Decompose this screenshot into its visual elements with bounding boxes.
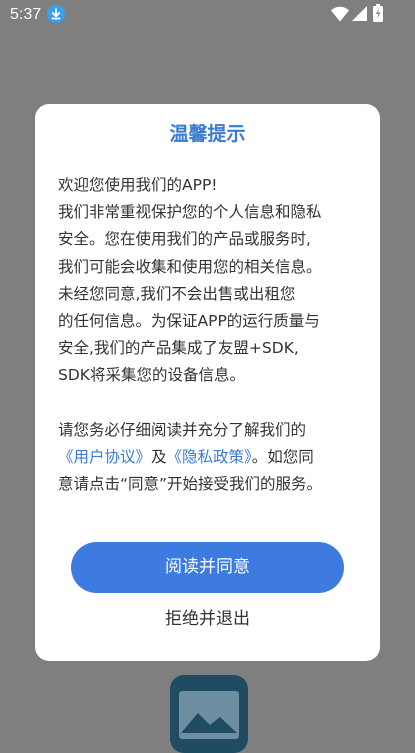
battery-icon xyxy=(373,4,383,22)
body-line: 安全。您在使用我们的产品或服务时, xyxy=(58,230,311,249)
agree-button[interactable]: 阅读并同意 xyxy=(71,542,344,593)
wifi-icon xyxy=(331,6,349,22)
dialog-body: 欢迎您使用我们的APP! 我们非常重视保护您的个人信息和隐私 安全。您在使用我们… xyxy=(58,172,358,498)
body-line: 的任何信息。为保证APP的运行质量与 xyxy=(58,311,320,330)
image-placeholder-icon xyxy=(170,675,248,753)
privacy-policy-link[interactable]: 《隐私政策》 xyxy=(167,448,252,466)
reject-button[interactable]: 拒绝并退出 xyxy=(35,604,380,634)
status-time: 5:37 xyxy=(10,6,42,23)
body-line: 请您务必仔细阅读并充分了解我们的 xyxy=(58,420,307,439)
privacy-dialog: 温馨提示 欢迎您使用我们的APP! 我们非常重视保护您的个人信息和隐私 安全。您… xyxy=(35,104,380,661)
body-line: 意请点击“同意”开始接受我们的服务。 xyxy=(58,475,323,494)
body-line: SDK将采集您的设备信息。 xyxy=(58,366,245,385)
body-line-links: 《用户协议》及《隐私政策》。如您同 xyxy=(58,444,358,471)
dialog-title: 温馨提示 xyxy=(169,123,246,145)
body-line: 我们可能会收集和使用您的相关信息。 xyxy=(58,257,322,276)
signal-icon xyxy=(352,6,367,21)
body-line: 安全,我们的产品集成了友盟+SDK, xyxy=(58,339,299,358)
body-line-tail: 。如您同 xyxy=(251,447,314,466)
body-line: 未经您同意,我们不会出售或出租您 xyxy=(58,284,296,303)
and-text: 及 xyxy=(151,447,167,466)
status-bar: 5:37 xyxy=(0,0,415,30)
body-line: 欢迎您使用我们的APP! xyxy=(58,176,218,194)
user-agreement-link[interactable]: 《用户协议》 xyxy=(58,448,151,466)
body-line: 我们非常重视保护您的个人信息和隐私 xyxy=(58,203,322,222)
download-icon xyxy=(47,5,65,23)
